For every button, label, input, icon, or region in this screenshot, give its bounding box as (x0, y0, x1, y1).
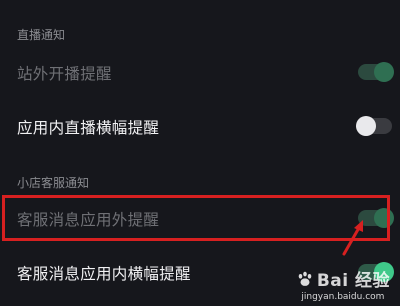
setting-label-inapp-live-banner: 应用内直播横幅提醒 (17, 119, 160, 137)
setting-label-offsite-live-reminder: 站外开播提醒 (17, 65, 112, 83)
toggle-knob (356, 116, 376, 136)
offsite-live-reminder-toggle[interactable] (358, 62, 394, 82)
inapp-live-banner-toggle[interactable] (356, 116, 392, 136)
watermark-url: jingyan.baidu.com (301, 292, 385, 302)
watermark-logo-text: Bai 经验 (316, 271, 390, 291)
section-header-live: 直播通知 (17, 28, 66, 42)
annotation-arrow-icon (342, 220, 363, 256)
section-header-shop: 小店客服通知 (17, 176, 90, 190)
baidu-jingyan-watermark: Bai 经验 jingyan.baidu.com (296, 266, 390, 302)
toggle-knob (374, 62, 394, 82)
watermark-logo: Bai 经验 (296, 266, 390, 291)
setting-label-cs-inapp-banner: 客服消息应用内横幅提醒 (17, 265, 191, 283)
paw-icon (298, 271, 312, 286)
